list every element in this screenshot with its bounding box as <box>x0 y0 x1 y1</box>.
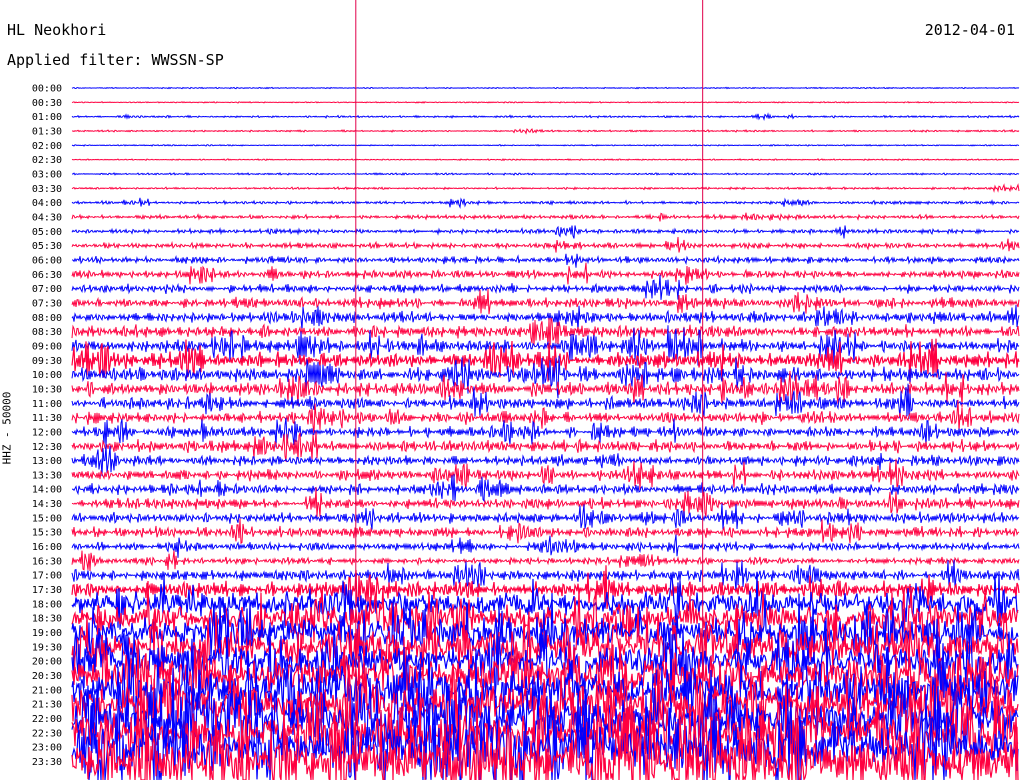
trace-line <box>71 112 1020 122</box>
trace-line <box>71 183 1020 193</box>
time-label: 07:00 <box>32 284 62 295</box>
time-label: 08:00 <box>32 313 62 324</box>
helicorder-plot: 00:00 00:30 01:00 01:30 02:00 02:30 03:00 03:30… <box>32 0 1020 780</box>
time-label: 05:30 <box>32 241 62 252</box>
time-label: 02:30 <box>32 155 62 166</box>
time-label: 01:00 <box>32 112 62 123</box>
time-label: 14:00 <box>32 485 62 496</box>
time-label: 12:30 <box>32 442 62 453</box>
time-label: 09:30 <box>32 356 62 367</box>
time-label: 06:30 <box>32 270 62 281</box>
time-label: 15:00 <box>32 513 62 524</box>
trace-line <box>71 262 1020 285</box>
time-label: 18:30 <box>32 614 62 625</box>
trace-line <box>71 288 1020 315</box>
time-label: 22:30 <box>32 728 62 739</box>
time-label: 16:30 <box>32 556 62 567</box>
time-label: 16:00 <box>32 542 62 553</box>
time-label: 12:00 <box>32 427 62 438</box>
trace-line <box>71 304 1020 332</box>
trace-line <box>72 128 1020 135</box>
trace-line <box>71 534 1020 558</box>
time-label: 20:30 <box>32 671 62 682</box>
time-label: 13:00 <box>32 456 62 467</box>
trace-line <box>72 172 1020 176</box>
time-label: 00:00 <box>32 84 62 95</box>
time-label: 08:30 <box>32 327 62 338</box>
time-label-layer: 00:00 00:30 01:00 01:30 02:00 02:30 03:00 03:30… <box>32 84 62 769</box>
trace-line <box>71 253 1020 268</box>
time-label: 05:00 <box>32 227 62 238</box>
time-label: 21:00 <box>32 685 62 696</box>
time-label: 03:30 <box>32 184 62 195</box>
time-label: 01:30 <box>32 126 62 137</box>
trace-line <box>71 197 1020 209</box>
trace-line <box>71 503 1020 530</box>
trace-line <box>71 212 1020 222</box>
time-label: 18:00 <box>32 599 62 610</box>
time-label: 20:00 <box>32 657 62 668</box>
time-label: 04:00 <box>32 198 62 209</box>
trace-layer <box>71 86 1020 780</box>
time-label: 11:00 <box>32 399 62 410</box>
time-label: 06:00 <box>32 255 62 266</box>
trace-line <box>71 100 1020 104</box>
time-label: 22:00 <box>32 714 62 725</box>
time-label: 19:00 <box>32 628 62 639</box>
time-label: 17:30 <box>32 585 62 596</box>
time-label: 13:30 <box>32 470 62 481</box>
trace-line <box>71 274 1020 300</box>
time-label: 00:30 <box>32 98 62 109</box>
time-label: 07:30 <box>32 298 62 309</box>
time-label: 09:00 <box>32 341 62 352</box>
time-label: 10:30 <box>32 384 62 395</box>
time-label: 04:30 <box>32 212 62 223</box>
trace-line <box>71 518 1020 545</box>
time-label: 02:00 <box>32 141 62 152</box>
trace-line <box>71 143 1020 147</box>
time-label: 14:30 <box>32 499 62 510</box>
time-label: 10:00 <box>32 370 62 381</box>
time-label: 19:30 <box>32 642 62 653</box>
time-label: 15:30 <box>32 528 62 539</box>
trace-line <box>71 86 1020 90</box>
time-label: 03:00 <box>32 169 62 180</box>
trace-line <box>71 158 1020 162</box>
trace-line <box>71 550 1020 572</box>
time-label: 21:30 <box>32 700 62 711</box>
time-label: 23:30 <box>32 757 62 768</box>
time-label: 11:30 <box>32 413 62 424</box>
time-label: 17:00 <box>32 571 62 582</box>
trace-line <box>71 225 1020 239</box>
trace-line <box>71 236 1020 253</box>
time-label: 23:00 <box>32 743 62 754</box>
